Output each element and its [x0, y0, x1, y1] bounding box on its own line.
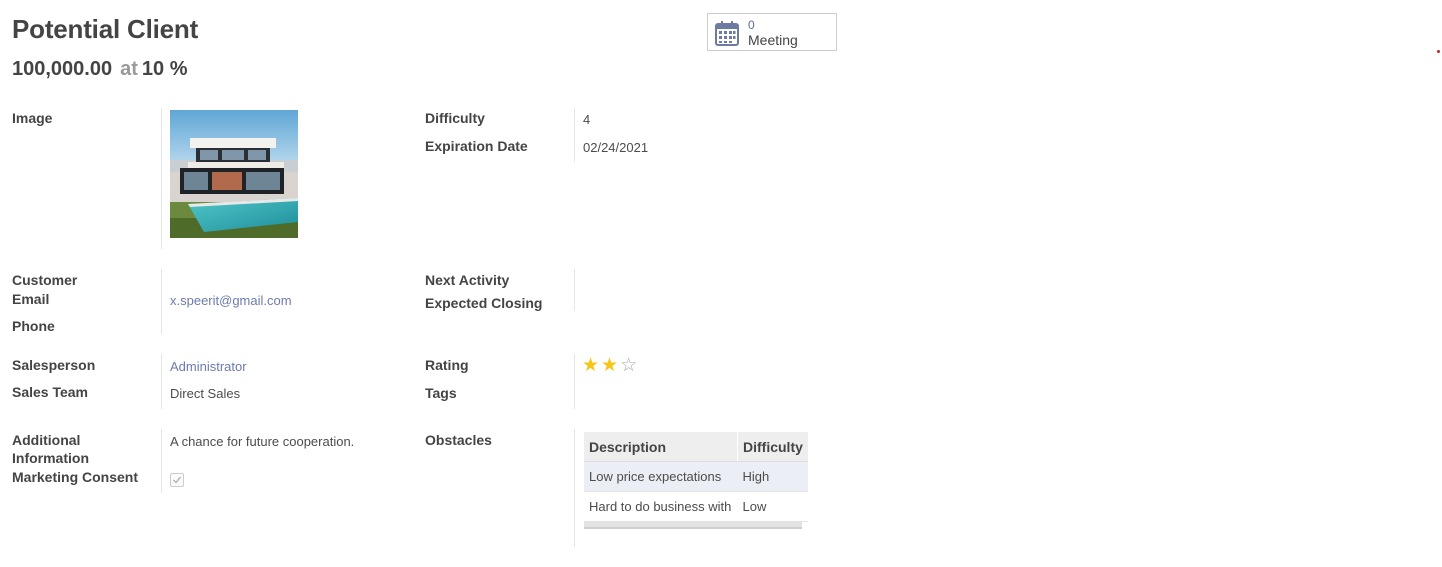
- next-activity-label: Next Activity: [425, 272, 510, 288]
- rating-label: Rating: [425, 357, 469, 373]
- property-image[interactable]: [170, 110, 298, 238]
- table-header-row: Description Difficulty: [584, 432, 808, 462]
- separator: [574, 269, 575, 311]
- calendar-icon: [715, 20, 739, 51]
- additional-info-label-line2: Information: [12, 450, 89, 466]
- separator: [161, 108, 162, 249]
- expiration-date-label: Expiration Date: [425, 138, 528, 154]
- difficulty-label: Difficulty: [425, 110, 485, 126]
- obstacles-table-wrapper: Description Difficulty Low price expecta…: [584, 432, 808, 522]
- marketing-consent-checkbox[interactable]: [170, 473, 184, 487]
- separator: [161, 269, 162, 334]
- sales-team-label: Sales Team: [12, 384, 89, 400]
- table-row[interactable]: Hard to do business with Low: [584, 491, 808, 522]
- additional-info-label-line1: Additional: [12, 432, 81, 448]
- separator: [161, 429, 162, 493]
- at-label: at: [120, 58, 138, 80]
- image-label: Image: [12, 110, 53, 126]
- additional-info-value[interactable]: A chance for future cooperation.: [170, 434, 354, 449]
- meeting-label: Meeting: [748, 32, 798, 48]
- table-cell: High: [737, 461, 808, 492]
- table-row[interactable]: Low price expectations High: [584, 461, 808, 492]
- expiration-date-value[interactable]: 02/24/2021: [583, 140, 648, 155]
- probability: 10 %: [141, 58, 188, 80]
- marketing-consent-label: Marketing Consent: [12, 469, 139, 485]
- status-dot: [1437, 50, 1440, 53]
- separator: [574, 429, 575, 547]
- column-header-difficulty[interactable]: Difficulty: [736, 432, 808, 462]
- star-filled-icon[interactable]: ★: [601, 356, 618, 375]
- tags-label: Tags: [425, 385, 457, 401]
- customer-label: Customer: [12, 272, 78, 288]
- table-cell: Hard to do business with: [584, 491, 738, 522]
- star-filled-icon[interactable]: ★: [582, 356, 599, 375]
- separator: [574, 108, 575, 162]
- salesperson-label: Salesperson: [12, 357, 96, 373]
- salesperson-link[interactable]: Administrator: [170, 359, 247, 374]
- expected-revenue: 100,000.00: [12, 58, 113, 80]
- meeting-count: 0: [748, 18, 755, 32]
- star-empty-icon[interactable]: ☆: [620, 356, 637, 375]
- table-cell: Low: [737, 491, 808, 522]
- table-cell: Low price expectations: [584, 461, 738, 492]
- obstacles-table: Description Difficulty Low price expecta…: [584, 432, 808, 522]
- email-link[interactable]: x.speerit@gmail.com: [170, 293, 292, 308]
- column-header-description[interactable]: Description: [584, 432, 738, 462]
- rating-stars[interactable]: ★ ★ ☆: [582, 356, 637, 375]
- record-title: Potential Client: [12, 14, 199, 44]
- separator: [161, 354, 162, 409]
- separator: [574, 354, 575, 409]
- revenue-line: 100,000.00 at 10 %: [12, 58, 188, 81]
- sales-team-value[interactable]: Direct Sales: [170, 386, 240, 401]
- difficulty-value[interactable]: 4: [583, 112, 590, 127]
- meeting-button[interactable]: 0 Meeting: [707, 13, 837, 51]
- table-footer: [584, 521, 802, 529]
- email-label: Email: [12, 291, 50, 307]
- obstacles-label: Obstacles: [425, 432, 492, 448]
- checkmark-icon: [173, 476, 182, 484]
- expected-closing-label: Expected Closing: [425, 295, 543, 311]
- phone-label: Phone: [12, 318, 55, 334]
